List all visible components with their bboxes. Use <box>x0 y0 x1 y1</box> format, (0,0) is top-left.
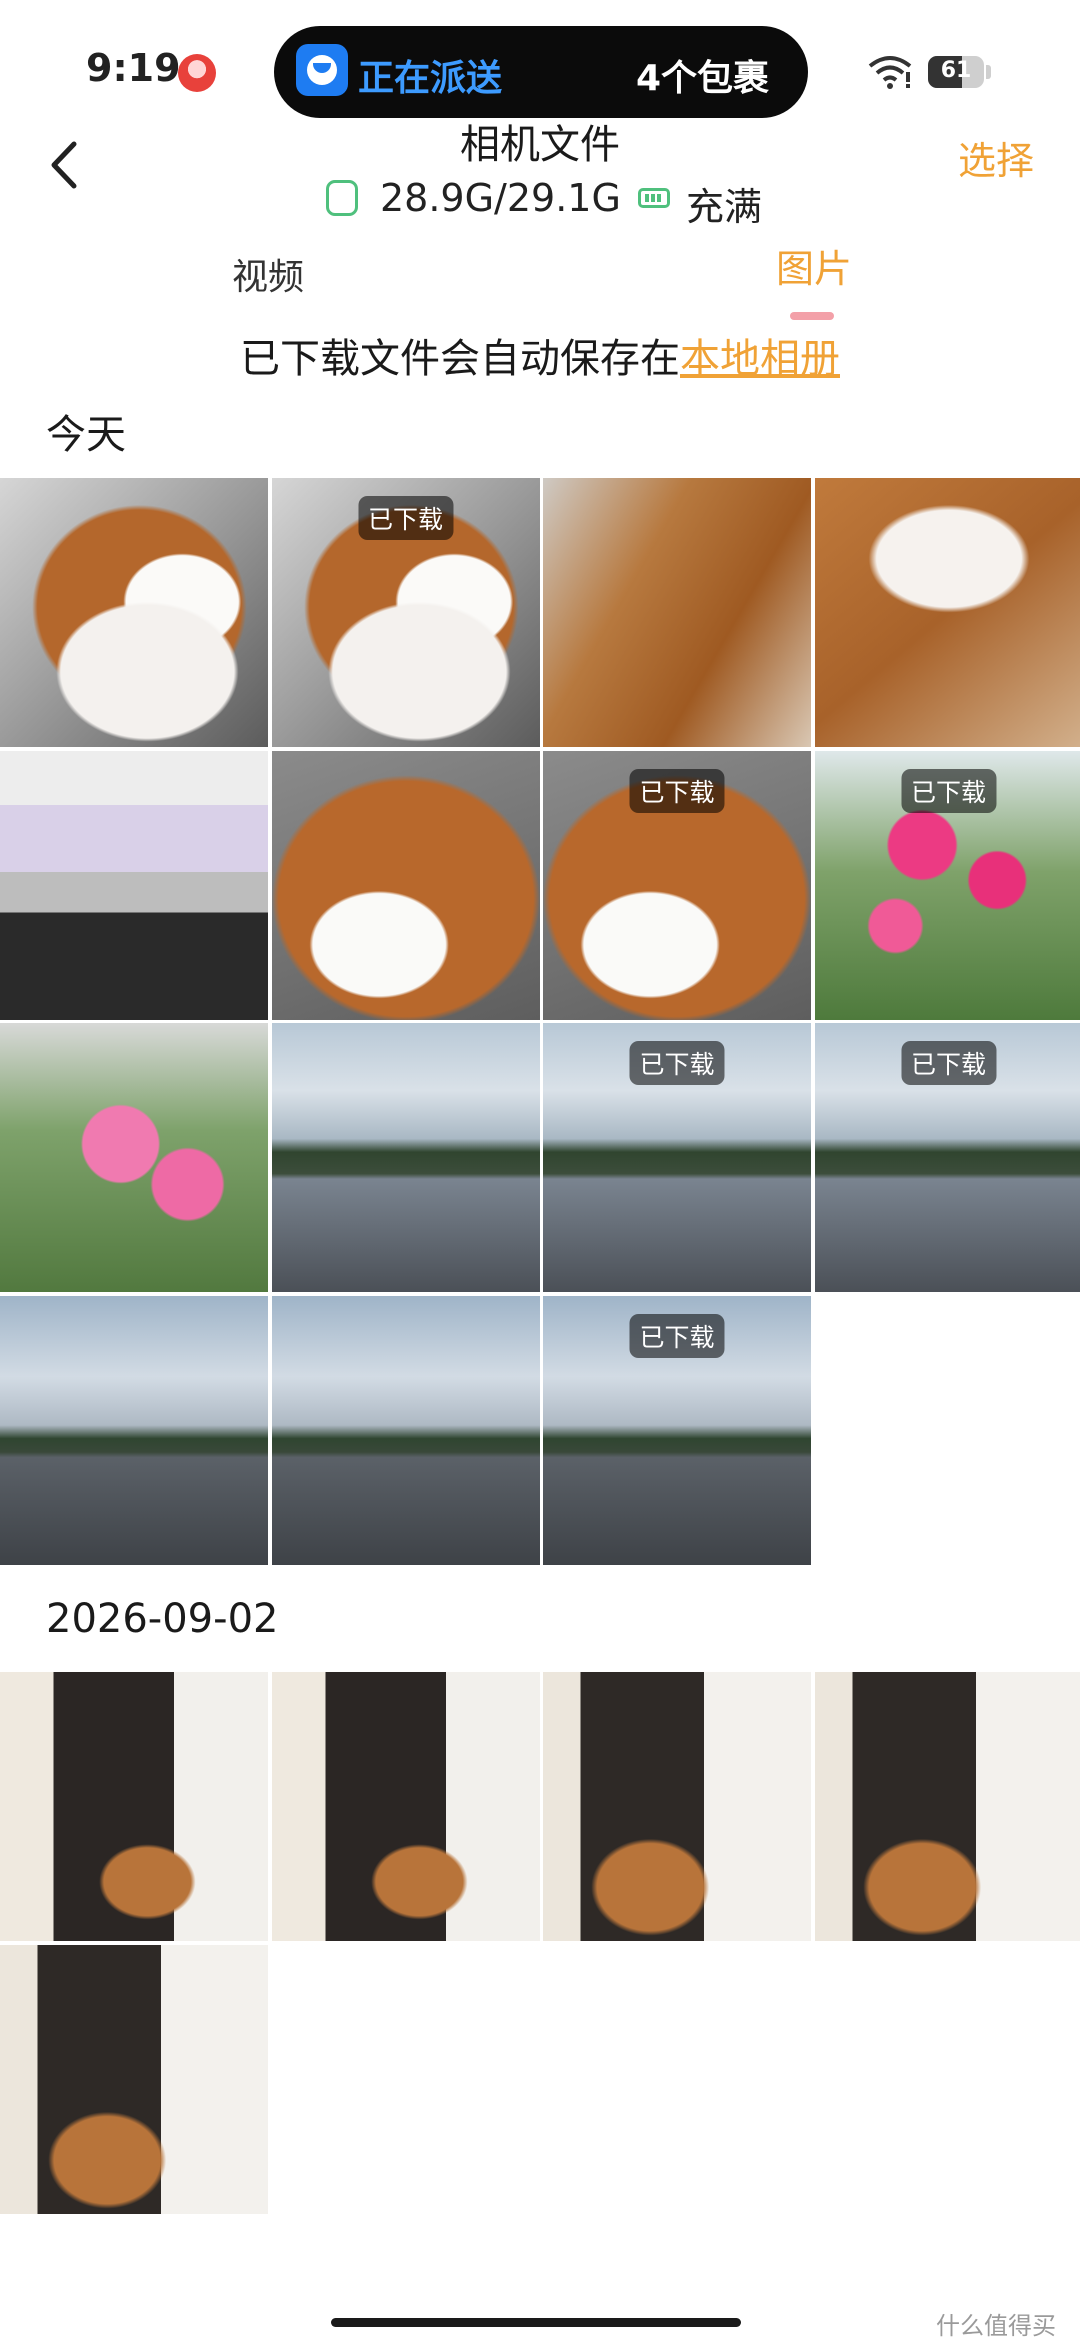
photo-thumbnail[interactable]: 已下载 <box>543 1023 811 1292</box>
downloaded-badge: 已下载 <box>629 1313 725 1358</box>
battery-cap <box>986 65 991 79</box>
photo-grid-today: 已下载 已下载 已下载 已下载 已下载 已下载 <box>0 478 1080 1565</box>
photo-thumbnail[interactable] <box>0 1672 268 1941</box>
status-time: 9:19 <box>86 46 181 90</box>
downloaded-badge: 已下载 <box>900 1041 997 1085</box>
photo-thumbnail[interactable] <box>0 750 268 1020</box>
photo-thumbnail[interactable] <box>543 478 811 747</box>
downloaded-badge: 已下载 <box>900 768 997 813</box>
sd-card-icon <box>326 180 358 216</box>
photo-thumbnail[interactable]: 已下载 <box>543 1295 811 1565</box>
photo-thumbnail[interactable]: 已下载 <box>814 1023 1080 1292</box>
delivery-status: 正在派送 <box>358 58 503 99</box>
active-tab-indicator <box>790 312 834 320</box>
package-count: 4个包裹 <box>636 58 770 99</box>
local-album-link[interactable]: 本地相册 <box>680 336 840 382</box>
downloaded-badge: 已下载 <box>629 768 725 813</box>
downloaded-badge: 已下载 <box>357 496 454 540</box>
section-title-today: 今天 <box>46 412 126 458</box>
battery-icon: 61 <box>928 56 984 88</box>
photo-thumbnail[interactable]: 已下载 <box>814 750 1080 1020</box>
photo-thumbnail[interactable] <box>543 1672 811 1941</box>
save-notice-text: 已下载文件会自动保存在 <box>240 336 680 382</box>
photo-thumbnail[interactable] <box>814 478 1080 747</box>
watermark: 什么值得买 <box>936 2312 1056 2340</box>
photo-thumbnail[interactable] <box>0 1944 268 2214</box>
tab-video[interactable]: 视频 <box>232 248 304 300</box>
photo-thumbnail[interactable] <box>271 1672 540 1941</box>
save-notice: 已下载文件会自动保存在本地相册 <box>0 326 1080 384</box>
photo-thumbnail[interactable]: 已下载 <box>271 478 540 747</box>
select-button[interactable]: 选择 <box>958 130 1034 185</box>
tab-photos[interactable]: 图片 <box>776 238 852 293</box>
photo-thumbnail[interactable] <box>0 1023 268 1292</box>
photo-thumbnail[interactable] <box>0 478 268 747</box>
section-title-date: 2026-09-02 <box>46 1596 279 1642</box>
charge-status: 充满 <box>686 185 763 229</box>
delivery-app-icon <box>296 44 348 96</box>
downloaded-badge: 已下载 <box>629 1041 725 1085</box>
device-battery-icon <box>638 188 670 208</box>
app-notification-icon <box>178 54 216 92</box>
battery-level: 61 <box>940 58 972 83</box>
photo-thumbnail[interactable] <box>814 1672 1080 1941</box>
photo-thumbnail[interactable] <box>271 1295 540 1565</box>
photo-thumbnail[interactable] <box>271 750 540 1020</box>
photo-thumbnail[interactable] <box>0 1295 268 1565</box>
home-indicator[interactable] <box>331 2318 741 2327</box>
storage-usage: 28.9G/29.1G <box>380 176 621 220</box>
photo-grid-date <box>0 1672 1080 2214</box>
photo-thumbnail[interactable] <box>271 1023 540 1292</box>
photo-thumbnail[interactable]: 已下载 <box>543 750 811 1020</box>
page-title: 相机文件 <box>460 122 620 168</box>
wifi-icon <box>868 56 912 89</box>
